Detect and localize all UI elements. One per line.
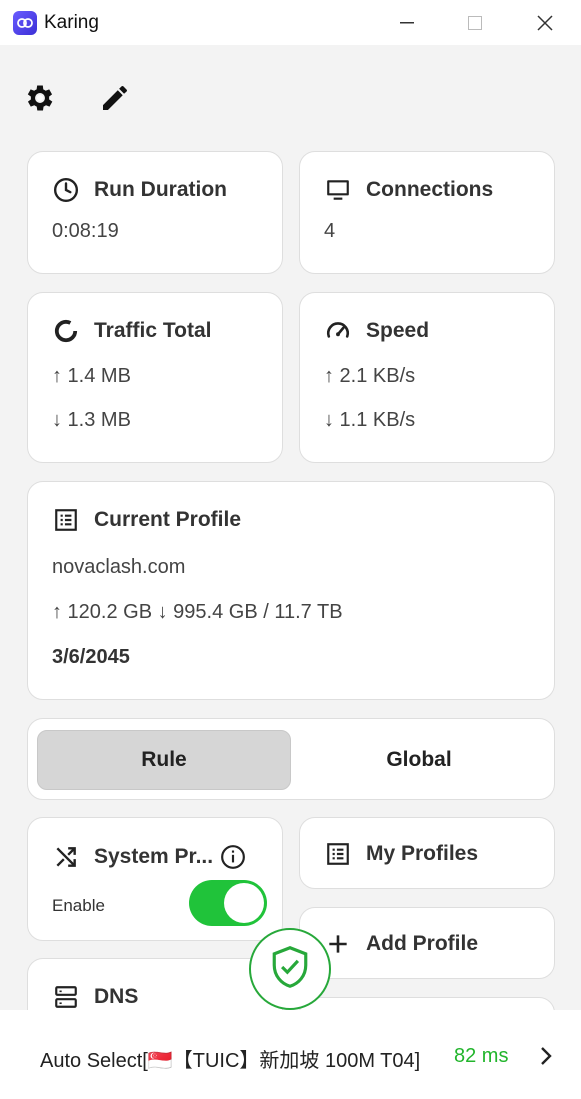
current-profile-card[interactable]: Current Profile novaclash.com ↑ 120.2 GB… xyxy=(27,481,555,700)
maximize-button[interactable] xyxy=(460,8,490,38)
chevron-right-icon[interactable] xyxy=(536,1044,556,1068)
shuffle-icon xyxy=(52,843,80,871)
selected-server: Auto Select[🇸🇬【TUIC】新加坡 100M T04] xyxy=(40,1050,421,1072)
clock-icon xyxy=(52,176,80,204)
run-duration-card: Run Duration 0:08:19 xyxy=(27,151,283,274)
minimize-button[interactable] xyxy=(392,8,422,38)
run-duration-title: Run Duration xyxy=(94,178,227,201)
profile-expiry: 3/6/2045 xyxy=(52,646,130,668)
list-document-icon xyxy=(52,506,80,534)
list-document-icon xyxy=(324,840,352,868)
profile-name: novaclash.com xyxy=(52,556,186,578)
system-proxy-toggle[interactable] xyxy=(189,880,267,926)
monitor-icon xyxy=(324,176,352,204)
mode-global-button[interactable]: Global xyxy=(292,730,546,790)
title-bar: Karing xyxy=(0,0,581,45)
traffic-total-title: Traffic Total xyxy=(94,319,212,342)
app-title: Karing xyxy=(44,12,99,33)
app-logo-icon xyxy=(13,11,37,35)
system-proxy-card: System Pr... Enable xyxy=(27,817,283,941)
toggle-knob xyxy=(224,883,264,923)
current-profile-title: Current Profile xyxy=(94,508,242,531)
speed-up-value: ↑ 2.1 KB/s xyxy=(324,365,416,387)
speed-down-value: ↓ 1.1 KB/s xyxy=(324,409,416,431)
info-icon[interactable] xyxy=(220,844,248,872)
settings-gear-icon[interactable] xyxy=(22,80,58,116)
mode-selector: Rule Global xyxy=(27,718,555,800)
connections-title: Connections xyxy=(366,178,494,201)
server-select-bar[interactable]: Auto Select[🇸🇬【TUIC】新加坡 100M T04] 82 ms xyxy=(0,1010,581,1099)
connections-value: 4 xyxy=(324,220,336,242)
connections-card[interactable]: Connections 4 xyxy=(299,151,555,274)
my-profiles-button[interactable]: My Profiles xyxy=(299,817,555,889)
connect-shield-button[interactable] xyxy=(249,928,331,1010)
mode-rule-button[interactable]: Rule xyxy=(37,730,291,790)
edit-pencil-icon[interactable] xyxy=(97,80,133,116)
close-button[interactable] xyxy=(530,8,560,38)
server-icon xyxy=(52,983,80,1011)
dns-label: DNS xyxy=(94,985,139,1008)
add-profile-label: Add Profile xyxy=(366,932,479,955)
speed-card: Speed ↑ 2.1 KB/s ↓ 1.1 KB/s xyxy=(299,292,555,463)
speed-title: Speed xyxy=(366,319,430,342)
speedometer-icon xyxy=(324,317,352,345)
shield-check-icon xyxy=(269,944,311,995)
enable-label: Enable xyxy=(52,896,105,915)
traffic-up-value: ↑ 1.4 MB xyxy=(52,365,131,387)
system-proxy-title: System Pr... xyxy=(94,845,214,868)
latency-value: 82 ms xyxy=(454,1045,509,1067)
profile-usage: ↑ 120.2 GB ↓ 995.4 GB / 11.7 TB xyxy=(52,601,343,623)
traffic-down-value: ↓ 1.3 MB xyxy=(52,409,131,431)
traffic-total-card: Traffic Total ↑ 1.4 MB ↓ 1.3 MB xyxy=(27,292,283,463)
run-duration-value: 0:08:19 xyxy=(52,220,119,242)
my-profiles-label: My Profiles xyxy=(366,842,479,865)
donut-chart-icon xyxy=(52,317,80,345)
add-profile-button[interactable]: Add Profile xyxy=(299,907,555,979)
